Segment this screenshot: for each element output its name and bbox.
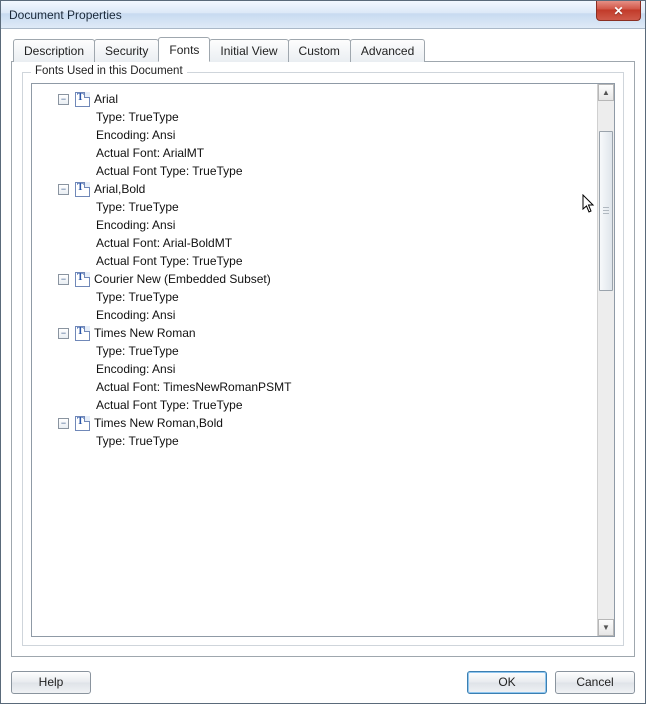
font-detail: Encoding: Ansi <box>36 126 593 144</box>
tab-description[interactable]: Description <box>13 39 95 62</box>
font-name-label: Arial,Bold <box>94 180 145 198</box>
vertical-scrollbar[interactable]: ▲ ▼ <box>597 84 614 636</box>
font-detail: Type: TrueType <box>36 198 593 216</box>
collapse-toggle[interactable]: − <box>58 418 69 429</box>
dialog-footer: Help OK Cancel <box>1 667 645 703</box>
font-detail: Encoding: Ansi <box>36 306 593 324</box>
tab-advanced[interactable]: Advanced <box>350 39 425 62</box>
fonts-groupbox: Fonts Used in this Document −ArialType: … <box>22 72 624 646</box>
collapse-toggle[interactable]: − <box>58 94 69 105</box>
font-detail: Actual Font Type: TrueType <box>36 162 593 180</box>
font-name-label: Times New Roman <box>94 324 196 342</box>
tab-initial-view[interactable]: Initial View <box>209 39 288 62</box>
scroll-track[interactable] <box>598 101 614 619</box>
font-detail: Type: TrueType <box>36 108 593 126</box>
window-title: Document Properties <box>9 8 122 22</box>
font-node[interactable]: − Arial,Bold <box>36 180 593 198</box>
tab-page-fonts: Fonts Used in this Document −ArialType: … <box>11 61 635 657</box>
font-node[interactable]: − Courier New (Embedded Subset) <box>36 270 593 288</box>
groupbox-title: Fonts Used in this Document <box>31 65 187 77</box>
scroll-thumb[interactable] <box>599 131 613 291</box>
ok-button[interactable]: OK <box>467 671 547 694</box>
font-file-icon <box>75 326 90 341</box>
chevron-down-icon: ▼ <box>602 623 610 632</box>
scroll-up-button[interactable]: ▲ <box>598 84 614 101</box>
font-node[interactable]: − Times New Roman,Bold <box>36 414 593 432</box>
collapse-toggle[interactable]: − <box>58 274 69 285</box>
font-file-icon <box>75 182 90 197</box>
font-node[interactable]: − Arial <box>36 90 593 108</box>
font-name-label: Times New Roman,Bold <box>94 414 223 432</box>
chevron-up-icon: ▲ <box>602 88 610 97</box>
tab-custom[interactable]: Custom <box>288 39 351 62</box>
font-tree-container: −ArialType: TrueTypeEncoding: AnsiActual… <box>31 83 615 637</box>
tab-strip: Description Security Fonts Initial View … <box>11 37 635 62</box>
font-detail: Actual Font Type: TrueType <box>36 396 593 414</box>
font-detail: Encoding: Ansi <box>36 216 593 234</box>
font-detail: Actual Font: Arial-BoldMT <box>36 234 593 252</box>
font-detail: Encoding: Ansi <box>36 360 593 378</box>
font-detail: Actual Font: TimesNewRomanPSMT <box>36 378 593 396</box>
font-detail: Actual Font Type: TrueType <box>36 252 593 270</box>
document-properties-dialog: Document Properties ✕ Description Securi… <box>0 0 646 704</box>
cancel-button[interactable]: Cancel <box>555 671 635 694</box>
tab-security[interactable]: Security <box>94 39 159 62</box>
font-name-label: Arial <box>94 90 118 108</box>
font-tree[interactable]: −ArialType: TrueTypeEncoding: AnsiActual… <box>32 84 597 636</box>
font-file-icon <box>75 92 90 107</box>
font-node[interactable]: − Times New Roman <box>36 324 593 342</box>
font-file-icon <box>75 272 90 287</box>
font-name-label: Courier New (Embedded Subset) <box>94 270 271 288</box>
close-button[interactable]: ✕ <box>596 1 641 21</box>
font-detail: Type: TrueType <box>36 432 593 450</box>
scroll-down-button[interactable]: ▼ <box>598 619 614 636</box>
help-button[interactable]: Help <box>11 671 91 694</box>
font-detail: Type: TrueType <box>36 342 593 360</box>
title-bar[interactable]: Document Properties ✕ <box>1 1 645 29</box>
collapse-toggle[interactable]: − <box>58 328 69 339</box>
close-icon: ✕ <box>613 5 623 17</box>
scroll-grip-icon <box>603 207 609 215</box>
collapse-toggle[interactable]: − <box>58 184 69 195</box>
font-detail: Type: TrueType <box>36 288 593 306</box>
font-detail: Actual Font: ArialMT <box>36 144 593 162</box>
dialog-body: Description Security Fonts Initial View … <box>1 29 645 667</box>
font-file-icon <box>75 416 90 431</box>
tab-fonts[interactable]: Fonts <box>158 37 210 62</box>
